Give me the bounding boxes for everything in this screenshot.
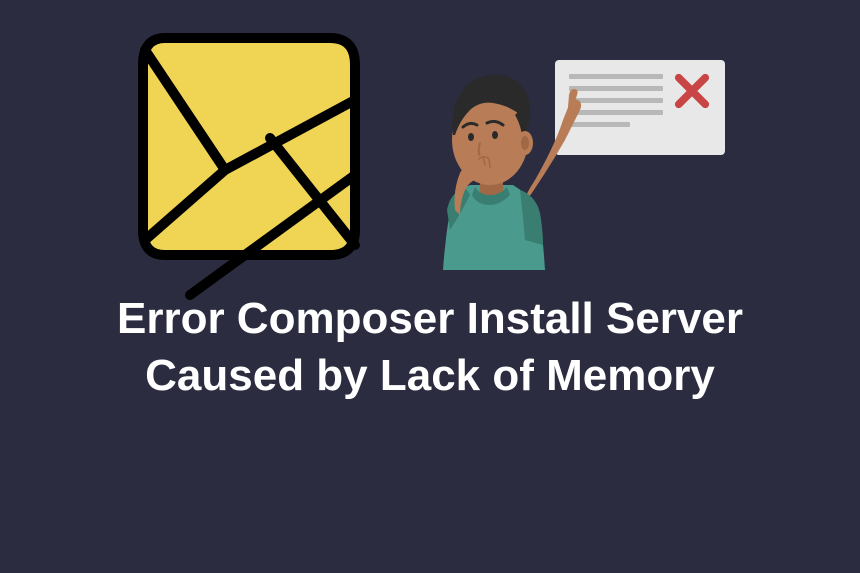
confused-person-illustration (425, 65, 605, 270)
laravel-logo (135, 30, 365, 260)
error-x-icon (673, 72, 711, 110)
laravel-logo-svg (135, 30, 365, 300)
graphics-row (135, 30, 725, 270)
page-title: Error Composer Install Server Caused by … (80, 290, 780, 404)
person-with-error-dialog (425, 30, 725, 270)
